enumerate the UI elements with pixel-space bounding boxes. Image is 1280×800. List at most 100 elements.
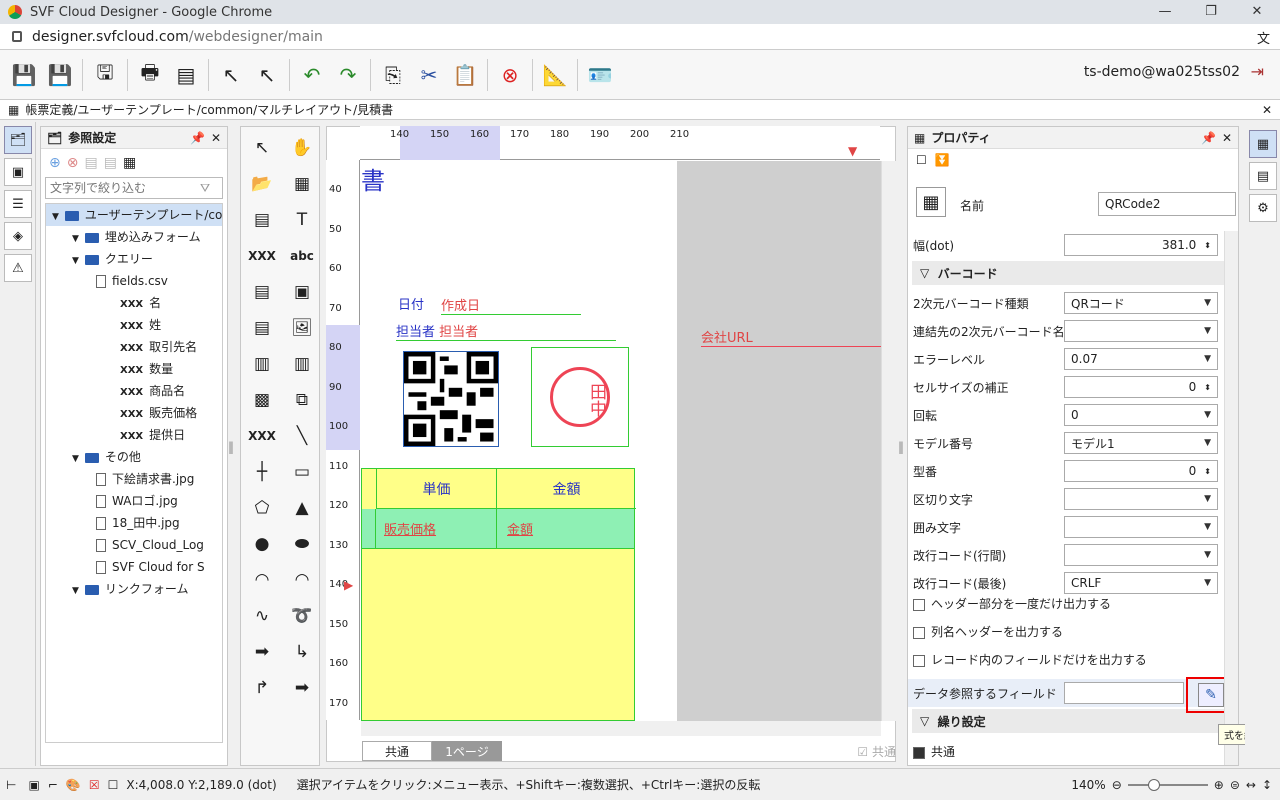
arc-tool-icon[interactable]: ◠ — [243, 563, 281, 597]
wave-tool-icon[interactable]: ∿ — [243, 599, 281, 633]
detail-table[interactable]: 単価 金額 販売価格 金額 — [361, 468, 636, 721]
property-dropdown[interactable]: CRLF — [1064, 572, 1218, 594]
margin-marker-icon[interactable]: ▼ — [848, 144, 857, 158]
qr-code[interactable] — [403, 351, 499, 447]
polygon-tool-icon[interactable]: ⬠ — [243, 491, 281, 525]
date-label[interactable]: 日付 — [398, 294, 424, 313]
redo-icon[interactable]: ↷ — [333, 60, 363, 90]
qr-tool-icon[interactable]: ▩ — [243, 383, 281, 417]
arrow-tool-icon[interactable]: ➡ — [243, 635, 281, 669]
expand-icon[interactable]: ▼ — [72, 234, 79, 244]
property-input[interactable]: 0 ⬍ — [1064, 376, 1218, 398]
cut-icon[interactable]: ✂ — [414, 60, 444, 90]
address-bar[interactable]: designer.svfcloud.com/webdesigner/main 文 — [0, 24, 1280, 50]
tree-item[interactable]: 下絵請求書.jpg — [46, 468, 222, 490]
filter-field[interactable]: ⛛ — [45, 177, 223, 199]
block-tool-icon[interactable]: ▣ — [283, 275, 321, 309]
line-tool-icon[interactable]: ╲ — [283, 419, 321, 453]
tree-item[interactable]: 18_田中.jpg — [46, 512, 222, 534]
tree-item[interactable]: SCV_Cloud_Log — [46, 534, 222, 556]
property-dropdown[interactable] — [1064, 516, 1218, 538]
minimize-icon[interactable]: — — [1142, 0, 1188, 24]
calc-tool-icon[interactable]: ▤ — [243, 203, 281, 237]
checkbox-icon[interactable] — [913, 626, 925, 639]
tree-item[interactable]: ▼ クエリー — [46, 248, 222, 270]
print-preview-icon[interactable]: ▤ — [171, 60, 201, 90]
tree-item[interactable]: WAロゴ.jpg — [46, 490, 222, 512]
property-dropdown[interactable]: 0 — [1064, 404, 1218, 426]
paste-icon[interactable]: 📋 — [450, 60, 480, 90]
label-tool-icon[interactable]: abc — [283, 239, 321, 273]
layers-icon[interactable]: ◈ — [4, 222, 32, 250]
expand-icon[interactable]: ▼ — [72, 256, 79, 266]
property-dropdown[interactable]: モデル1 — [1064, 432, 1218, 454]
repeat-section[interactable]: ▽ 繰り設定 — [912, 709, 1224, 733]
select-icon[interactable]: ↖ — [216, 60, 246, 90]
frame-icon[interactable]: ☐ — [108, 778, 119, 792]
open-tool-icon[interactable]: 📂 — [243, 167, 281, 201]
zoom-out-icon[interactable]: ⊖ — [1112, 778, 1122, 792]
save-as-icon[interactable]: 💾 — [45, 60, 75, 90]
list-tool-icon[interactable]: ▤ — [243, 311, 281, 345]
tree-item[interactable]: fields.csv — [46, 270, 222, 292]
copy-icon[interactable]: ⎘ — [378, 60, 408, 90]
person-row[interactable]: 担当者 担当者 — [396, 321, 616, 341]
bent-arrow-tool-icon[interactable]: ↳ — [283, 635, 321, 669]
grid-toggle-icon[interactable]: ⊢ — [6, 778, 16, 792]
properties-scroll[interactable] — [1224, 231, 1238, 765]
remove-icon[interactable]: ⊗ — [67, 155, 79, 171]
view-icon[interactable]: ☐ — [916, 153, 927, 167]
warning-icon[interactable]: ⚠ — [4, 254, 32, 282]
zoom-fit-icon[interactable]: ⊜ — [1230, 778, 1240, 792]
splitter-left[interactable]: ‖ — [228, 440, 234, 454]
link-tool-icon[interactable]: ⧉ — [283, 383, 321, 417]
stamp-image[interactable]: 田中 — [531, 347, 629, 447]
tree-item[interactable]: XXX 姓 — [46, 314, 222, 336]
checkbox-icon[interactable] — [913, 598, 925, 611]
tree-item[interactable]: ▼ その他 — [46, 446, 222, 468]
date-field[interactable]: 作成日 — [441, 295, 581, 315]
title-char[interactable]: 書 — [361, 161, 385, 196]
table-tool-icon[interactable]: ▦ — [283, 167, 321, 201]
add-icon[interactable]: ⊕ — [49, 155, 61, 171]
tree-item[interactable]: XXX 販売価格 — [46, 402, 222, 424]
text-tool-icon[interactable]: T — [283, 203, 321, 237]
checkbox-icon[interactable] — [913, 654, 925, 667]
property-dropdown[interactable]: 0.07 — [1064, 348, 1218, 370]
tree-item[interactable]: XXX 取引先名 — [46, 336, 222, 358]
common-check-row[interactable]: 共通 — [913, 743, 955, 760]
filter-icon[interactable]: ⏬ — [935, 153, 950, 167]
fat-arrow-tool-icon[interactable]: ➡ — [283, 671, 321, 705]
tab-page-1[interactable]: 1ページ — [432, 741, 502, 761]
arc2-tool-icon[interactable]: ◠ — [283, 563, 321, 597]
expand-icon[interactable]: ▼ — [52, 212, 59, 222]
restore-icon[interactable]: ❐ — [1188, 0, 1234, 24]
filter-input[interactable] — [50, 181, 200, 195]
tab-common[interactable]: 共通 — [362, 741, 432, 761]
property-checkbox[interactable]: 列名ヘッダーを出力する — [913, 623, 1063, 640]
cross-tool-icon[interactable]: ┼ — [243, 455, 281, 489]
color-icon[interactable]: 🎨 — [66, 778, 81, 792]
data-ref-input[interactable] — [1064, 682, 1184, 704]
pin-icon[interactable]: 📌 — [190, 131, 205, 145]
filter-icon[interactable]: ⛛ — [200, 181, 210, 196]
canvas-hscroll[interactable] — [361, 721, 881, 736]
user-account[interactable]: ts-demo@wa025tss02 — [1084, 64, 1240, 80]
stepper-icon[interactable]: ⬍ — [1204, 383, 1211, 392]
translate-icon[interactable]: 文 — [1257, 28, 1270, 47]
zoom-slider[interactable] — [1127, 778, 1208, 791]
tree-item[interactable]: XXX 数量 — [46, 358, 222, 380]
settings-icon[interactable]: ▦ — [123, 155, 136, 171]
triangle-tool-icon[interactable]: ▲ — [283, 491, 321, 525]
close-panel-icon[interactable]: ✕ — [211, 131, 221, 145]
delete-icon[interactable]: ⊗ — [495, 60, 525, 90]
layout-icon[interactable]: ▣ — [4, 158, 32, 186]
ruler-icon[interactable]: 📐 — [540, 60, 570, 90]
guide-icon[interactable]: ⌐ — [48, 778, 58, 792]
name-input[interactable]: QRCode2 — [1098, 192, 1236, 216]
print-icon[interactable]: 🖶 — [135, 60, 165, 90]
tree-item[interactable]: XXX 提供日 — [46, 424, 222, 446]
close-properties-icon[interactable]: ✕ — [1222, 131, 1232, 145]
ellipse-tool-icon[interactable]: ⬬ — [283, 527, 321, 561]
close-icon[interactable]: ✕ — [1234, 0, 1280, 24]
